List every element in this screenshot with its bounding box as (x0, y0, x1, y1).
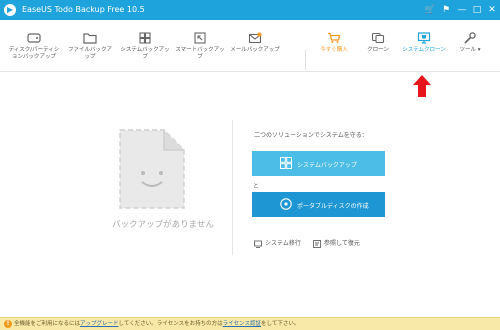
toolbar-label: スマートバックアップ (175, 47, 225, 60)
license-notice: 全機能をご利用になるにはアップグレードしてください。ライセンスをお持ちの方はライ… (14, 320, 299, 328)
smart-icon (194, 32, 206, 44)
system-transfer-label: システム移行 (265, 240, 301, 247)
toolbar-label: ツール ▾ (459, 47, 481, 53)
close-button[interactable]: ✕ (485, 3, 499, 17)
toolbar-label: システムバックアップ (120, 47, 170, 60)
wrench-icon (464, 32, 476, 44)
toolbar-label: メールバックアップ (230, 47, 280, 53)
title-bar: EaseUS Todo Backup Free 10.5 🛒 ⚑ — □ ✕ (0, 0, 500, 20)
tools-menu-button[interactable]: ツール ▾ (452, 32, 488, 68)
license-notice-bar: ! 全機能をご利用になるにはアップグレードしてください。ライセンスをお持ちの方は… (0, 317, 500, 330)
browse-restore-label: 参照して復元 (324, 240, 360, 247)
disc-icon (280, 198, 292, 210)
windows-icon (280, 157, 292, 169)
toolbar-label: クローン (367, 47, 389, 53)
solutions-hint: 二つのソリューションでシステムを守る： (254, 132, 368, 139)
empty-document-icon (119, 129, 185, 209)
system-backup-toolbar-button[interactable]: システムバックアップ (120, 32, 170, 68)
folder-icon (83, 33, 97, 44)
toolbar-label: システムクローン (402, 47, 446, 53)
system-clone-button[interactable]: システムクローン (400, 32, 448, 68)
transfer-icon (254, 240, 262, 248)
portable-disk-label: ポータブルディスクの作成 (297, 203, 369, 210)
empty-state-text: バックアップがありません (112, 220, 214, 230)
file-backup-button[interactable]: ファイルバックアップ (66, 32, 114, 68)
toolbar: ディスク/パーティションバックアップ ファイルバックアップ システムバックアップ… (0, 20, 500, 72)
maximize-button[interactable]: □ (470, 3, 484, 17)
browse-icon (313, 239, 321, 248)
cart-icon (328, 32, 341, 43)
create-portable-disk-button[interactable]: ポータブルディスクの作成 (252, 192, 385, 217)
app-logo-icon (4, 4, 16, 16)
toolbar-label: ファイルバックアップ (67, 47, 112, 60)
cart-icon[interactable]: 🛒 (423, 3, 437, 17)
notice-text: してください。ライセンスをお持ちの方は (118, 321, 223, 327)
disk-partition-backup-button[interactable]: ディスク/パーティションバックアップ (6, 32, 62, 68)
windows-icon (139, 32, 151, 44)
toolbar-label: ディスク/パーティションバックアップ (8, 47, 60, 60)
mail-backup-button[interactable]: メールバックアップ (230, 32, 280, 68)
warning-icon: ! (4, 320, 12, 328)
notice-text: 全機能をご利用になるには (14, 321, 81, 327)
toolbar-label: 今すぐ購入 (320, 47, 348, 53)
system-clone-icon (417, 32, 431, 44)
up-arrow-icon (413, 75, 431, 97)
system-backup-button[interactable]: システムバックアップ (252, 151, 385, 176)
toolbar-divider (305, 50, 306, 70)
window-title: EaseUS Todo Backup Free 10.5 (22, 5, 145, 14)
disk-icon (27, 33, 41, 43)
vertical-divider (232, 120, 233, 255)
system-backup-label: システムバックアップ (297, 162, 357, 169)
mail-icon (248, 32, 262, 44)
browse-restore-link[interactable]: 参照して復元 (313, 238, 360, 248)
flag-icon[interactable]: ⚑ (439, 3, 453, 17)
buy-now-button[interactable]: 今すぐ購入 (314, 32, 354, 68)
clone-icon (371, 32, 385, 44)
clone-button[interactable]: クローン (360, 32, 396, 68)
activate-license-link[interactable]: ライセンス認証 (223, 321, 261, 327)
or-text: と (253, 183, 260, 190)
minimize-button[interactable]: — (455, 3, 469, 17)
notice-text: をして下さい。 (260, 321, 300, 327)
upgrade-link[interactable]: アップグレード (80, 321, 119, 327)
system-transfer-link[interactable]: システム移行 (254, 238, 301, 248)
smart-backup-button[interactable]: スマートバックアップ (174, 32, 226, 68)
